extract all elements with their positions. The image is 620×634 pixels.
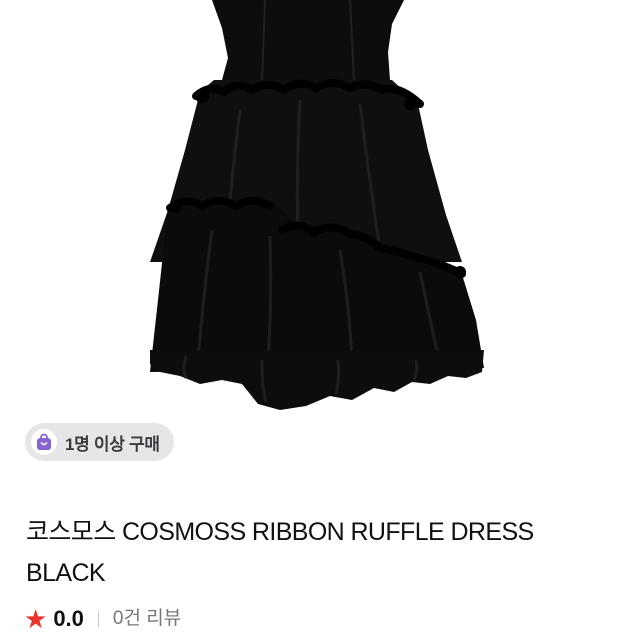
dress-illustration: [150, 0, 484, 410]
star-icon: ★: [24, 604, 48, 634]
review-count-link[interactable]: 0건 리뷰: [113, 604, 181, 634]
purchase-count-label: 1명 이상 구매: [65, 434, 160, 454]
purchase-count-badge: 1명 이상 구매: [25, 423, 174, 461]
rating-value: 0.0: [53, 606, 84, 631]
shopping-bag-icon: [31, 429, 57, 455]
product-image[interactable]: [0, 0, 620, 420]
rating-row[interactable]: ★ 0.0 0건 리뷰: [24, 604, 181, 634]
divider: [97, 611, 99, 627]
product-title: 코스모스 COSMOSS RIBBON RUFFLE DRESS BLACK: [26, 518, 534, 587]
